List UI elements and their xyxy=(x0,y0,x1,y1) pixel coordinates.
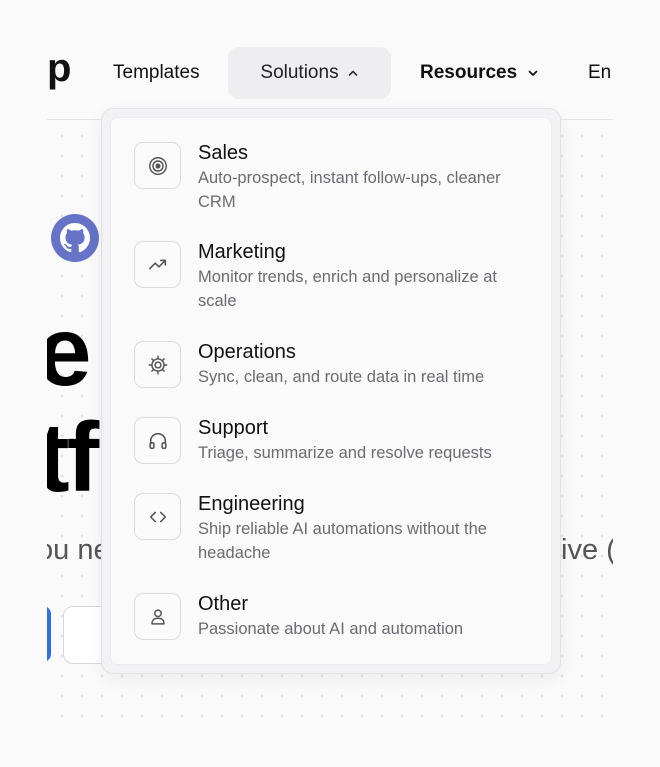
nav-solutions-label: Solutions xyxy=(260,62,339,83)
menu-item-description: Ship reliable AI automations without the… xyxy=(198,520,487,562)
logo[interactable]: p xyxy=(47,48,71,88)
user-icon xyxy=(134,593,181,640)
menu-item-title: Marketing xyxy=(198,241,286,263)
menu-item-title: Sales xyxy=(198,142,249,164)
trending-up-icon xyxy=(134,241,181,288)
target-icon xyxy=(134,142,181,189)
nav-enterprise-label: En xyxy=(588,62,612,83)
nav-templates[interactable]: Templates xyxy=(113,47,200,99)
menu-item-other[interactable]: Other Passionate about AI and automation xyxy=(134,593,535,641)
gear-icon xyxy=(134,341,181,388)
solutions-dropdown-panel: Sales Auto-prospect, instant follow-ups,… xyxy=(110,117,552,665)
menu-item-title: Support xyxy=(198,417,269,439)
github-icon[interactable] xyxy=(51,214,99,262)
menu-item-title: Other xyxy=(198,593,249,615)
menu-item-engineering[interactable]: Engineering Ship reliable AI automations… xyxy=(134,493,535,565)
menu-item-sales[interactable]: Sales Auto-prospect, instant follow-ups,… xyxy=(134,142,535,214)
menu-item-description: Auto-prospect, instant follow-ups, clean… xyxy=(198,169,501,211)
menu-item-operations[interactable]: Operations Sync, clean, and route data i… xyxy=(134,341,535,389)
nav-templates-label: Templates xyxy=(113,62,200,83)
solutions-dropdown: Sales Auto-prospect, instant follow-ups,… xyxy=(101,108,561,674)
nav-resources[interactable]: Resources xyxy=(420,47,539,99)
code-icon xyxy=(134,493,181,540)
chevron-down-icon xyxy=(528,70,538,76)
menu-item-description: Triage, summarize and resolve requests xyxy=(198,444,492,462)
menu-item-description: Passionate about AI and automation xyxy=(198,620,464,638)
menu-item-description: Sync, clean, and route data in real time xyxy=(198,368,485,386)
nav-solutions[interactable]: Solutions xyxy=(228,47,391,99)
chevron-up-icon xyxy=(348,70,357,76)
nav-resources-label: Resources xyxy=(420,62,518,83)
nav-enterprise[interactable]: En xyxy=(588,47,613,99)
menu-item-title: Engineering xyxy=(198,493,305,515)
menu-item-title: Operations xyxy=(198,341,296,363)
hero-subtitle-right: tive ( xyxy=(553,534,613,566)
menu-item-marketing[interactable]: Marketing Monitor trends, enrich and per… xyxy=(134,241,535,313)
menu-item-description: Monitor trends, enrich and personalize a… xyxy=(198,268,497,310)
hero-primary-button[interactable] xyxy=(47,606,51,662)
menu-item-support[interactable]: Support Triage, summarize and resolve re… xyxy=(134,417,535,465)
headphones-icon xyxy=(134,417,181,464)
github-logo-icon xyxy=(60,223,90,253)
